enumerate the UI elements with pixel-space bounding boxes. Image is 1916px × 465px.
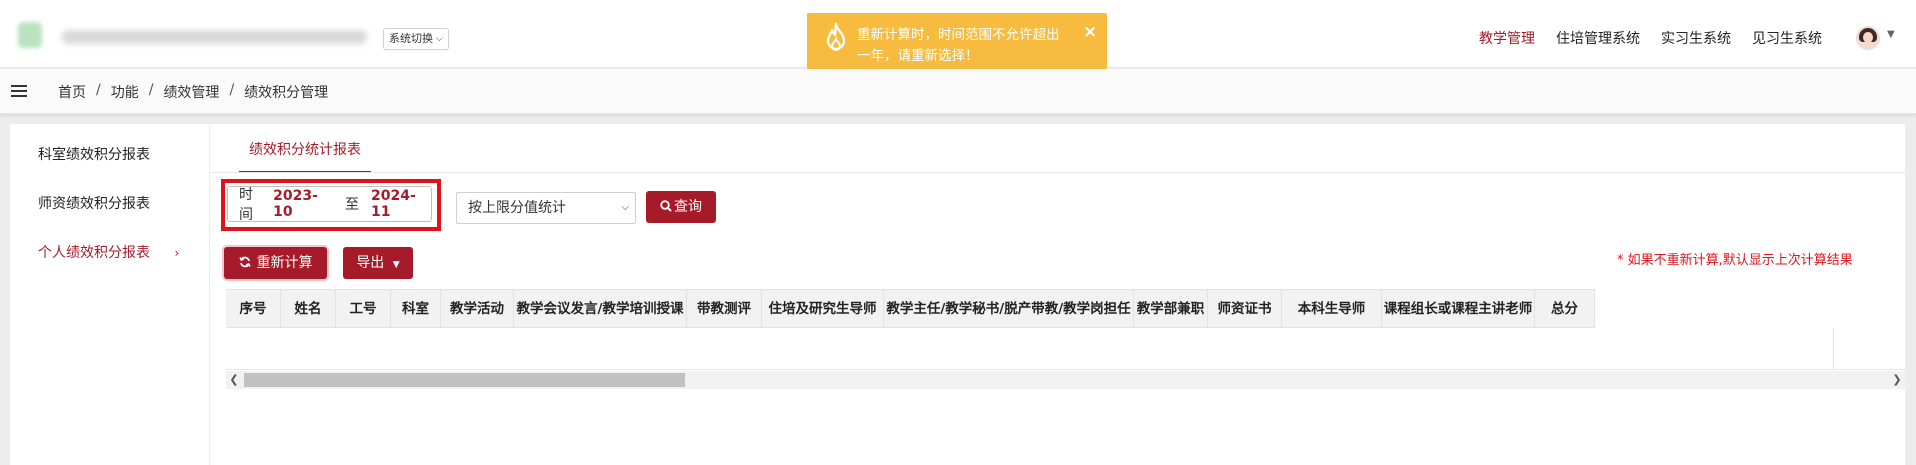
avatar[interactable]: [1856, 26, 1880, 50]
close-icon[interactable]: ×: [1083, 22, 1097, 42]
breadcrumb-current: 绩效积分管理: [244, 85, 329, 101]
toast-message: 重新计算时，时间范围不允许超出一年，请重新选择！: [857, 27, 1060, 64]
refresh-icon: [238, 256, 251, 268]
system-switch-dropdown[interactable]: 系统切换 ⌵: [383, 28, 449, 50]
scroll-right-icon[interactable]: ❯: [1889, 371, 1905, 389]
col-certificate[interactable]: 师资证书: [1208, 290, 1282, 328]
recalculate-button[interactable]: 重新计算: [224, 247, 327, 279]
tab-performance-stats[interactable]: 绩效积分统计报表: [239, 139, 371, 173]
breadcrumb-performance[interactable]: 绩效管理: [163, 82, 219, 102]
breadcrumb-bar: 首页 / 功能 / 绩效管理 / 绩效积分管理: [0, 69, 1916, 114]
nav-residency-system[interactable]: 住培管理系统: [1556, 28, 1640, 48]
col-employee-id[interactable]: 工号: [336, 290, 391, 328]
col-residency-tutor[interactable]: 住培及研究生导师: [762, 290, 884, 328]
table-header: 序号 姓名 工号 科室 教学活动 教学会议发言/教学培训授课 带教测评 住培及研…: [226, 289, 1595, 328]
performance-table: 序号 姓名 工号 科室 教学活动 教学会议发言/教学培训授课 带教测评 住培及研…: [226, 289, 1905, 402]
sidebar-item-faculty-report[interactable]: 师资绩效积分报表: [38, 193, 150, 213]
chevron-right-icon: ›: [174, 246, 180, 260]
query-button-label: 查询: [674, 199, 702, 215]
top-nav: 教学管理 住培管理系统 实习生系统 见习生系统: [1479, 28, 1822, 48]
sidebar-item-label: 个人绩效积分报表: [38, 245, 150, 261]
stat-mode-value: 按上限分值统计: [468, 200, 566, 216]
chevron-down-icon: ⌵: [436, 34, 443, 44]
breadcrumb-separator: /: [96, 82, 101, 98]
stat-mode-select[interactable]: 按上限分值统计 ⌵: [456, 192, 636, 224]
system-switch-label: 系统切换: [389, 32, 433, 45]
col-undergrad-tutor[interactable]: 本科生导师: [1282, 290, 1382, 328]
breadcrumb: 首页 / 功能 / 绩效管理 / 绩效积分管理: [58, 82, 328, 102]
scroll-left-icon[interactable]: ❮: [226, 371, 242, 389]
col-name[interactable]: 姓名: [281, 290, 336, 328]
tab-divider: [210, 172, 1905, 173]
table-body: [226, 328, 1905, 370]
horizontal-scrollbar[interactable]: ❮ ❯: [226, 371, 1905, 389]
to-label: 至: [345, 197, 360, 213]
col-course-lead[interactable]: 课程组长或课程主讲老师: [1382, 290, 1535, 328]
end-month[interactable]: 2024-11: [371, 188, 431, 220]
caret-down-icon[interactable]: ▼: [1887, 29, 1895, 40]
export-button[interactable]: 导出 ▼: [343, 247, 413, 279]
col-total[interactable]: 总分: [1535, 290, 1595, 328]
col-index[interactable]: 序号: [226, 290, 281, 328]
caret-down-icon: ▼: [392, 260, 400, 270]
export-label: 导出: [356, 255, 385, 271]
date-range-picker[interactable]: 时间 2023-10 至 2024-11: [227, 186, 432, 223]
content-card: 科室绩效积分报表 师资绩效积分报表 个人绩效积分报表 › 绩效积分统计报表 时间…: [10, 124, 1905, 465]
col-teaching-activity[interactable]: 教学活动: [441, 290, 514, 328]
col-teaching-director[interactable]: 教学主任/教学秘书/脱产带教/教学岗担任: [884, 290, 1134, 328]
sidebar-item-label: 师资绩效积分报表: [38, 196, 150, 212]
report-sidebar: 科室绩效积分报表 师资绩效积分报表 个人绩效积分报表 ›: [10, 124, 210, 465]
sidebar-item-dept-report[interactable]: 科室绩效积分报表: [38, 144, 150, 164]
chevron-down-icon: ⌵: [621, 202, 629, 213]
time-label: 时间: [239, 187, 253, 223]
sidebar-item-label: 科室绩效积分报表: [38, 147, 150, 163]
nav-trainee-system[interactable]: 见习生系统: [1752, 28, 1822, 48]
breadcrumb-separator: /: [229, 82, 235, 98]
column-divider: [1833, 328, 1834, 370]
query-button[interactable]: 查询: [646, 191, 716, 223]
start-month[interactable]: 2023-10: [273, 188, 333, 220]
nav-intern-system[interactable]: 实习生系统: [1661, 28, 1731, 48]
breadcrumb-home[interactable]: 首页: [58, 82, 86, 102]
search-icon: [660, 200, 672, 212]
col-meeting-speech[interactable]: 教学会议发言/教学培训授课: [514, 290, 687, 328]
col-part-time[interactable]: 教学部兼职: [1134, 290, 1208, 328]
col-teaching-evaluation[interactable]: 带教测评: [687, 290, 762, 328]
app-logo: [18, 22, 42, 48]
sidebar-item-personal-report[interactable]: 个人绩效积分报表 ›: [38, 242, 179, 262]
menu-toggle-icon[interactable]: [11, 85, 27, 97]
breadcrumb-separator: /: [148, 82, 154, 98]
breadcrumb-functions[interactable]: 功能: [111, 82, 139, 102]
scrollbar-thumb[interactable]: [244, 373, 685, 387]
recalc-note: * 如果不重新计算,默认显示上次计算结果: [1617, 253, 1853, 268]
nav-teaching-management[interactable]: 教学管理: [1479, 28, 1535, 48]
app-name-blurred: [62, 30, 367, 44]
recalculate-label: 重新计算: [256, 255, 313, 271]
col-department[interactable]: 科室: [391, 290, 441, 328]
fire-icon: [826, 22, 846, 51]
